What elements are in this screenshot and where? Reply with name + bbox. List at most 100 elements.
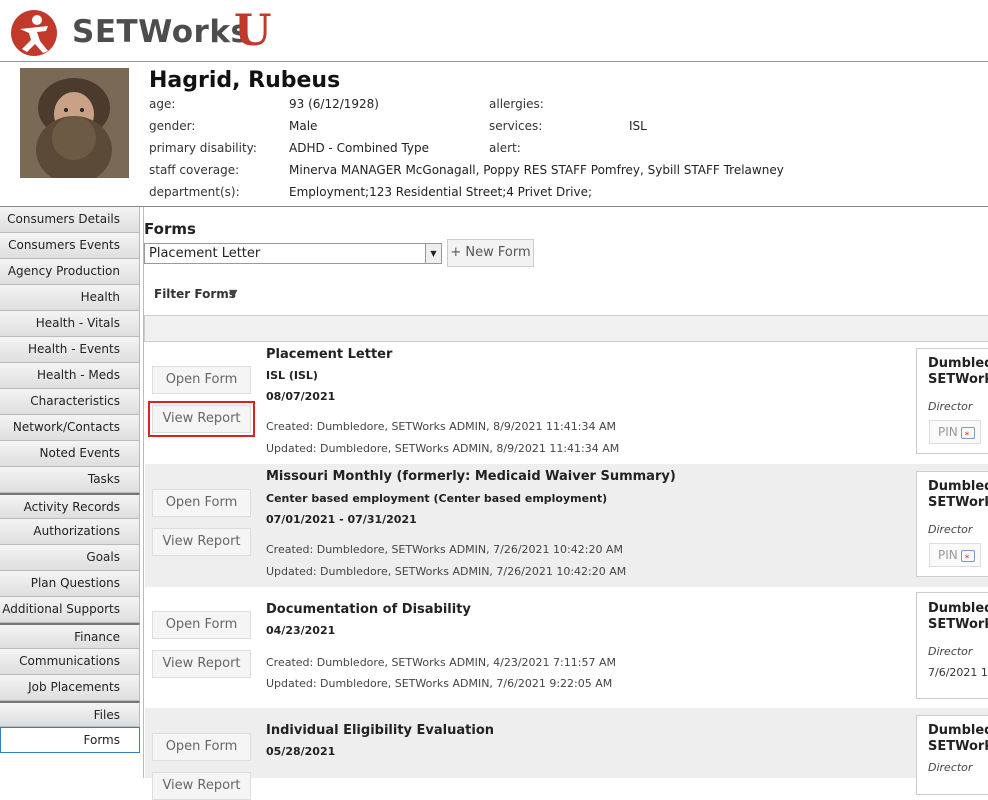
open-form-button[interactable]: Open Form bbox=[152, 733, 251, 761]
alert-label: alert: bbox=[489, 141, 521, 155]
sidebar-item-health-events[interactable]: Health - Events bbox=[0, 337, 140, 363]
view-report-button[interactable]: View Report bbox=[152, 772, 251, 800]
setworks-logo[interactable]: SETWorks U bbox=[10, 6, 280, 56]
form-created: Created: Dumbledore, SETWorks ADMIN, 7/2… bbox=[266, 543, 623, 556]
form-created: Created: Dumbledore, SETWorks ADMIN, 8/9… bbox=[266, 420, 616, 433]
pin-sign-button[interactable]: PIN bbox=[929, 543, 981, 570]
person-running-icon bbox=[11, 10, 57, 56]
services-value: ISL bbox=[629, 119, 647, 133]
departments-value: Employment;123 Residential Street;4 Priv… bbox=[289, 185, 593, 199]
page-title: Forms bbox=[144, 220, 196, 238]
forms-list-header bbox=[144, 315, 988, 342]
pin-label: PIN bbox=[938, 425, 958, 439]
sidebar-item-health-meds[interactable]: Health - Meds bbox=[0, 363, 140, 389]
sidebar-item-authorizations[interactable]: Authorizations bbox=[0, 519, 140, 545]
form-title: Missouri Monthly (formerly: Medicaid Wai… bbox=[266, 469, 676, 484]
signer-name: Dumbledore, bbox=[928, 356, 988, 371]
signer-name: Dumbledore, bbox=[928, 479, 988, 494]
logo-text: SETWorks bbox=[72, 14, 250, 50]
open-form-button[interactable]: Open Form bbox=[152, 366, 251, 394]
consumer-name: Hagrid, Rubeus bbox=[149, 68, 341, 93]
services-label: services: bbox=[489, 119, 543, 133]
sidebar-item-forms[interactable]: Forms bbox=[0, 727, 140, 753]
view-report-button[interactable]: View Report bbox=[152, 528, 251, 556]
form-updated: Updated: Dumbledore, SETWorks ADMIN, 8/9… bbox=[266, 442, 620, 455]
pin-label: PIN bbox=[938, 548, 958, 562]
form-date: 08/07/2021 bbox=[266, 390, 336, 403]
signer-role: Director bbox=[928, 523, 973, 536]
primary-disability-label: primary disability: bbox=[149, 141, 257, 155]
form-title: Individual Eligibility Evaluation bbox=[266, 723, 495, 738]
logo-suffix: U bbox=[234, 6, 272, 56]
signer-name: Dumbledore, bbox=[928, 601, 988, 616]
form-type-select[interactable]: Placement Letter ▼ bbox=[144, 243, 442, 264]
view-report-button[interactable]: View Report bbox=[148, 401, 255, 437]
sidebar-item-communications[interactable]: Communications bbox=[0, 649, 140, 675]
form-type-select-value: Placement Letter bbox=[149, 246, 261, 261]
gender-value: Male bbox=[289, 119, 318, 133]
signer-org: SETWorks bbox=[928, 495, 988, 510]
form-row: Open Form View Report Documentation of D… bbox=[145, 587, 988, 708]
form-updated: Updated: Dumbledore, SETWorks ADMIN, 7/6… bbox=[266, 677, 613, 690]
sidebar-item-health-vitals[interactable]: Health - Vitals bbox=[0, 311, 140, 337]
new-form-button[interactable]: + New Form bbox=[447, 239, 534, 267]
consumer-photo bbox=[20, 68, 129, 178]
form-date: 07/01/2021 - 07/31/2021 bbox=[266, 513, 417, 526]
sidebar-item-network-contacts[interactable]: Network/Contacts bbox=[0, 415, 140, 441]
form-title: Placement Letter bbox=[266, 347, 393, 362]
header-divider-bottom bbox=[0, 206, 988, 207]
sidebar-nav: Consumers Details Consumers Events Agenc… bbox=[0, 207, 140, 753]
sidebar-item-activity-records[interactable]: Activity Records bbox=[0, 493, 140, 519]
allergies-label: allergies: bbox=[489, 97, 544, 111]
sidebar-item-tasks[interactable]: Tasks bbox=[0, 467, 140, 493]
sidebar-item-health[interactable]: Health bbox=[0, 285, 140, 311]
form-row: Open Form View Report Missouri Monthly (… bbox=[145, 464, 988, 587]
form-row: Open Form View Report Individual Eligibi… bbox=[145, 708, 988, 800]
filter-forms-toggle[interactable]: Filter Forms bbox=[154, 287, 236, 301]
form-subtitle: ISL (ISL) bbox=[266, 369, 318, 382]
sidebar-item-additional-supports[interactable]: Additional Supports bbox=[0, 597, 140, 623]
signature-box: Dumbledore, SETWorks Director bbox=[916, 715, 988, 795]
signature-icon bbox=[960, 425, 975, 447]
sidebar-item-consumers-details[interactable]: Consumers Details bbox=[0, 207, 140, 233]
signer-name: Dumbledore, bbox=[928, 723, 988, 738]
content-divider bbox=[143, 207, 144, 778]
form-date: 04/23/2021 bbox=[266, 624, 336, 637]
signer-role: Director bbox=[928, 400, 973, 413]
sidebar-item-finance[interactable]: Finance bbox=[0, 623, 140, 649]
age-value: 93 (6/12/1928) bbox=[289, 97, 379, 111]
signer-org: SETWorks bbox=[928, 372, 988, 387]
sidebar-item-job-placements[interactable]: Job Placements bbox=[0, 675, 140, 701]
departments-label: department(s): bbox=[149, 185, 240, 199]
signature-box: Dumbledore, SETWorks Director PIN bbox=[916, 348, 988, 454]
signature-date: 7/6/2021 12 bbox=[928, 666, 988, 679]
chevron-down-icon[interactable]: ▼ bbox=[425, 244, 441, 263]
open-form-button[interactable]: Open Form bbox=[152, 489, 251, 517]
sidebar-item-goals[interactable]: Goals bbox=[0, 545, 140, 571]
sidebar-item-characteristics[interactable]: Characteristics bbox=[0, 389, 140, 415]
primary-disability-value: ADHD - Combined Type bbox=[289, 141, 430, 155]
signer-role: Director bbox=[928, 645, 973, 658]
pin-sign-button[interactable]: PIN bbox=[929, 420, 981, 447]
form-updated: Updated: Dumbledore, SETWorks ADMIN, 7/2… bbox=[266, 565, 627, 578]
sidebar-item-plan-questions[interactable]: Plan Questions bbox=[0, 571, 140, 597]
form-title: Documentation of Disability bbox=[266, 602, 471, 617]
gender-label: gender: bbox=[149, 119, 196, 133]
staff-coverage-label: staff coverage: bbox=[149, 163, 240, 177]
signature-icon bbox=[960, 548, 975, 570]
sidebar-item-agency-production[interactable]: Agency Production bbox=[0, 259, 140, 285]
open-form-button[interactable]: Open Form bbox=[152, 611, 251, 639]
staff-coverage-value: Minerva MANAGER McGonagall, Poppy RES ST… bbox=[289, 163, 784, 177]
sidebar-item-noted-events[interactable]: Noted Events bbox=[0, 441, 140, 467]
sidebar-item-consumers-events[interactable]: Consumers Events bbox=[0, 233, 140, 259]
caret-down-icon[interactable]: ▼ bbox=[229, 287, 237, 300]
age-label: age: bbox=[149, 97, 176, 111]
signature-box: Dumbledore, SETWorks Director PIN bbox=[916, 471, 988, 577]
form-subtitle: Center based employment (Center based em… bbox=[266, 492, 608, 505]
form-row: Open Form View Report Placement Letter I… bbox=[145, 343, 988, 464]
sidebar-item-files[interactable]: Files bbox=[0, 701, 140, 727]
signer-org: SETWorks bbox=[928, 617, 988, 632]
form-date: 05/28/2021 bbox=[266, 745, 336, 758]
signature-box: Dumbledore, SETWorks Director 7/6/2021 1… bbox=[916, 592, 988, 699]
view-report-button[interactable]: View Report bbox=[152, 650, 251, 678]
